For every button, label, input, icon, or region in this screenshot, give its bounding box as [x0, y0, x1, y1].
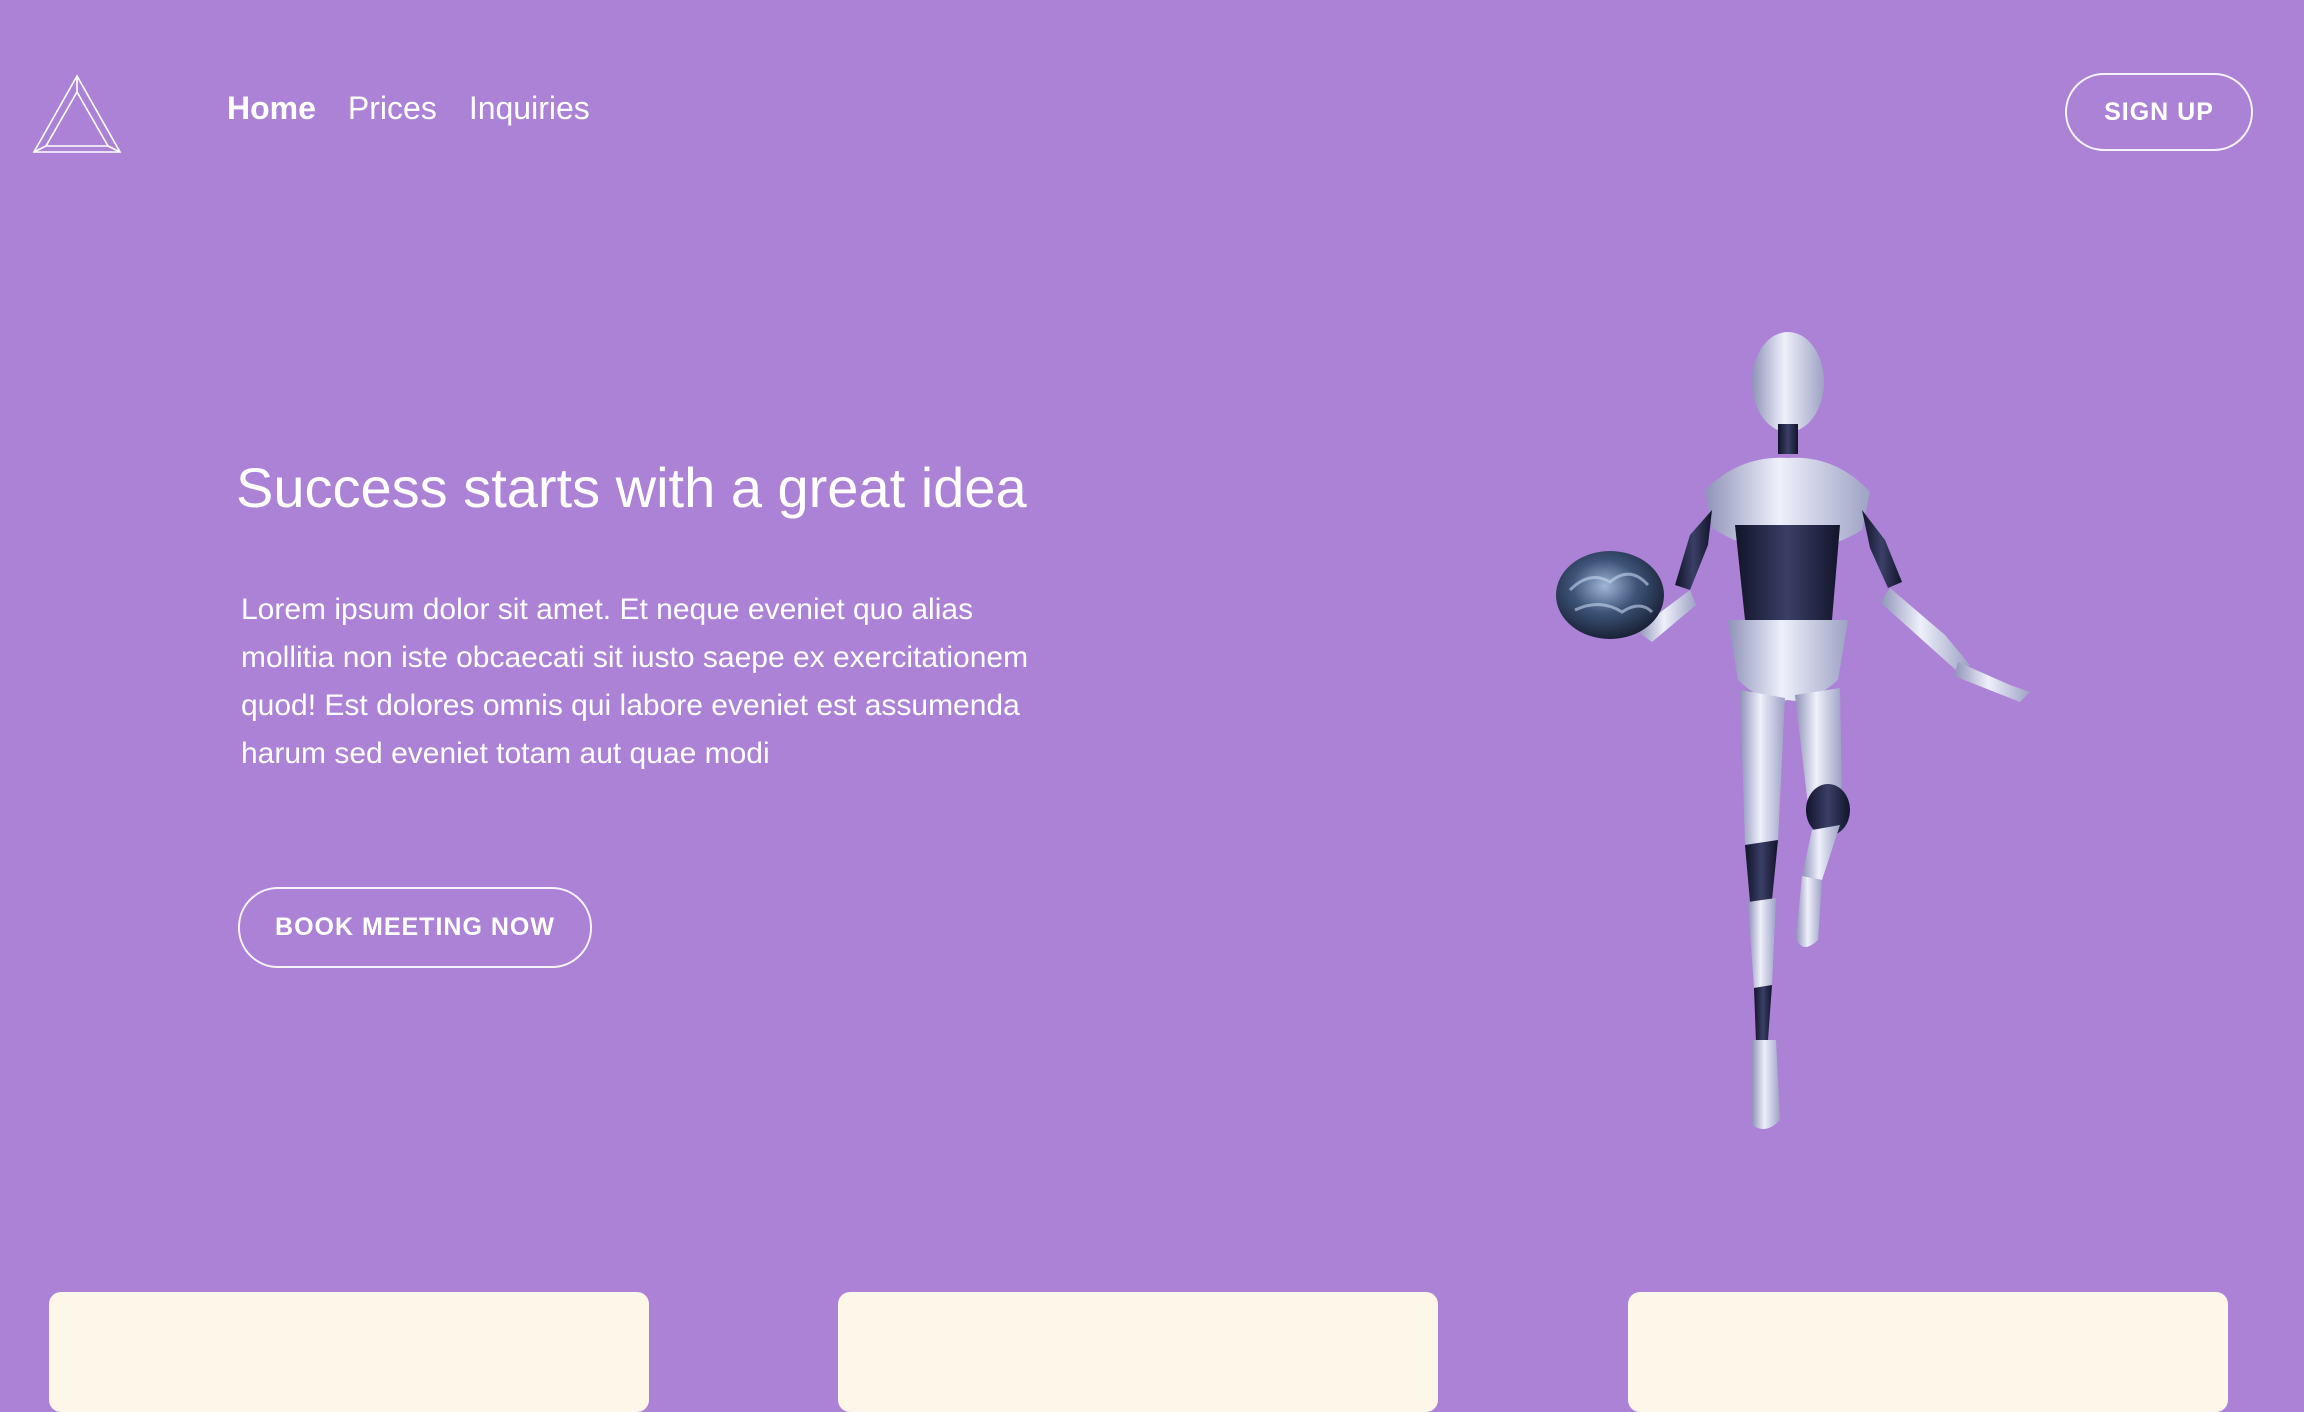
sign-up-button[interactable]: SIGN UP — [2065, 73, 2253, 151]
feature-card — [1628, 1292, 2228, 1412]
triangle-logo-icon[interactable] — [30, 72, 124, 158]
nav-prices-link[interactable]: Prices — [348, 86, 437, 130]
nav-home-link[interactable]: Home — [227, 86, 316, 130]
robot-holding-brain-image — [1556, 332, 2030, 1129]
feature-card — [49, 1292, 649, 1412]
feature-card — [838, 1292, 1438, 1412]
book-meeting-button[interactable]: BOOK MEETING NOW — [238, 887, 592, 968]
main-nav: Home Prices Inquiries — [227, 86, 590, 130]
hero-description: Lorem ipsum dolor sit amet. Et neque eve… — [241, 593, 1029, 770]
nav-inquiries-link[interactable]: Inquiries — [469, 86, 590, 130]
hero-title: Success starts with a great idea — [236, 456, 1027, 519]
